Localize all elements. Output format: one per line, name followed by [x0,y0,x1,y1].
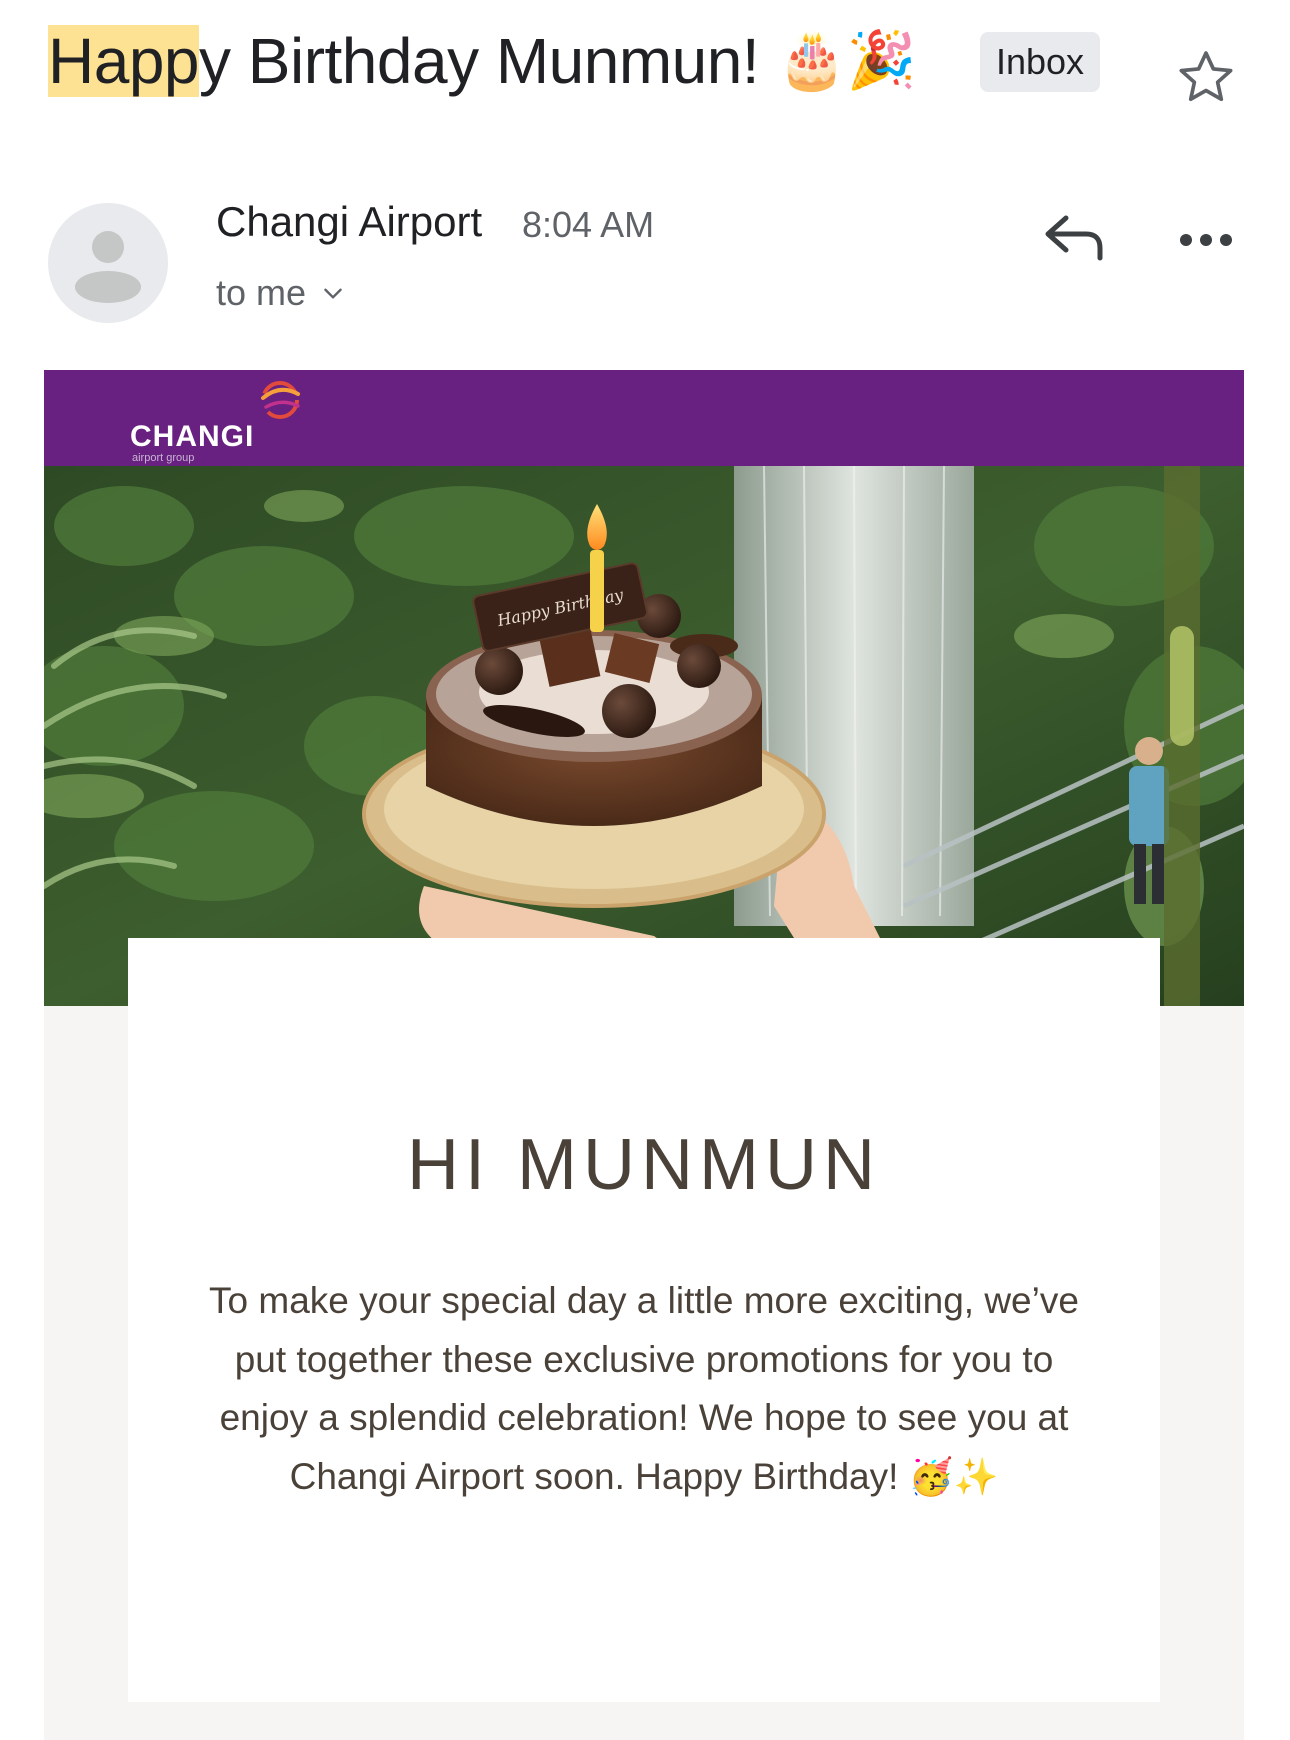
birthday-message: To make your special day a little more e… [198,1272,1090,1507]
recipient-label: to me [216,272,307,313]
birthday-cake-photo: Happy Birthday [44,466,1244,1006]
sender-time: 8:04 AM [522,204,655,245]
brand-name: CHANGI [130,420,255,453]
changi-logo[interactable]: CHANGI airport group [130,376,310,464]
search-highlight: Happ [48,25,200,97]
subject-remainder: y Birthday Munmun! [199,25,760,97]
avatar-icon [75,231,141,303]
inbox-label-chip[interactable]: Inbox [980,32,1100,92]
party-emoji: 🥳✨ [908,1456,999,1498]
star-button[interactable] [1172,44,1240,112]
more-icon [1180,234,1232,246]
inbox-label: Inbox [995,41,1085,82]
sender-name[interactable]: Changi Airport [216,198,482,246]
reply-button[interactable] [1040,210,1110,266]
subject-text: Happy Birthday Munmun! [48,18,760,104]
more-options-button[interactable] [1176,222,1236,258]
brand-subtitle: airport group [132,452,195,464]
email-body: CHANGI airport group Happy Birthday HI M… [44,370,1244,1740]
chevron-down-icon [324,288,342,299]
star-icon [1179,51,1233,102]
subject-emoji: 🎂🎉 [777,28,917,93]
greeting-heading: HI MUNMUN [407,1125,881,1205]
sender-avatar[interactable] [48,203,168,323]
brand-header: CHANGI airport group [44,370,1244,466]
hero-image: Happy Birthday [44,466,1244,1006]
email-subject: Happy Birthday Munmun! 🎂🎉 [48,18,917,104]
changi-swirl-icon [261,381,300,419]
greeting-card: HI MUNMUN To make your special day a lit… [128,938,1160,1702]
reply-icon [1045,215,1103,261]
recipient-toggle[interactable]: to me [216,272,346,314]
